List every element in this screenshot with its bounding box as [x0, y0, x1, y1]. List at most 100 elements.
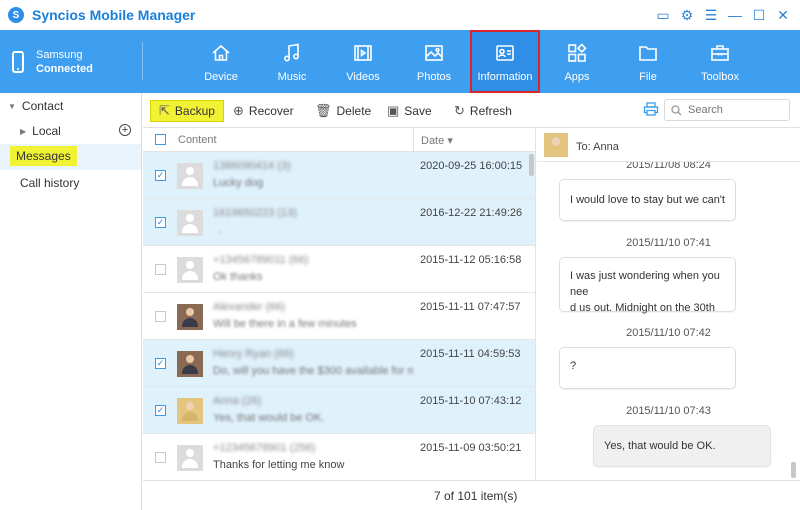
- chat-icon[interactable]: ▭: [654, 5, 672, 25]
- message-bubble-incoming[interactable]: I would love to stay but we can't: [559, 179, 736, 221]
- message-text: I was just wondering when you nee: [570, 270, 720, 298]
- item-count: 7 of 101 item(s): [434, 489, 518, 503]
- backup-label: Backup: [174, 104, 215, 118]
- device-status-panel[interactable]: Samsung Connected: [0, 30, 142, 93]
- row-checkbox[interactable]: ✓: [155, 170, 166, 181]
- nav-information-label: Information: [477, 71, 533, 83]
- expand-triangle-icon[interactable]: ▶: [20, 127, 26, 136]
- message-bubble-incoming[interactable]: I was just wondering when you nee d us o…: [559, 257, 736, 314]
- message-timestamp: 2015/11/10 07:42: [626, 327, 711, 339]
- app-logo-icon: S: [8, 7, 24, 23]
- contact-name: Henry Ryan (66): [213, 348, 294, 360]
- table-row[interactable]: ✓ Anna (26) Yes, that would be OK. 2015-11-…: [143, 387, 535, 434]
- nav-information[interactable]: Information: [470, 30, 540, 93]
- nav-photos[interactable]: Photos: [399, 30, 469, 93]
- save-button[interactable]: ▣ Save: [387, 100, 432, 122]
- message-date: 2015-11-12 05:16:58: [420, 254, 522, 266]
- list-footer: 7 of 101 item(s): [143, 480, 800, 510]
- nav-apps[interactable]: Apps: [542, 30, 612, 93]
- row-checkbox[interactable]: ✓: [155, 405, 166, 416]
- trash-icon: 🗑: [315, 103, 332, 118]
- message-timestamp: 2015/11/10 07:41: [626, 237, 711, 249]
- menu-icon[interactable]: ☰: [702, 5, 720, 25]
- sidebar-item-local[interactable]: ▶ Local: [20, 124, 61, 138]
- table-row[interactable]: ✓ 1386090414 (3) Lucky dog 2020-09-25 16:00…: [143, 152, 535, 199]
- row-checkbox[interactable]: ✓: [155, 217, 166, 228]
- nav-apps-label: Apps: [564, 71, 590, 83]
- message-text: d us out. Midnight on the 30th: [570, 302, 715, 314]
- column-header-date[interactable]: Date ▾: [421, 134, 453, 147]
- toolbar: ⇱ Backup ⊕ Recover 🗑 Delete ▣ Save ↻ Ref…: [143, 93, 800, 128]
- device-name: Samsung: [36, 48, 83, 61]
- table-row[interactable]: +13456789011 (66) Ok thanks 2015-11-12 05:…: [143, 246, 535, 293]
- row-checkbox[interactable]: [155, 264, 166, 275]
- search-icon: [671, 104, 682, 115]
- table-row[interactable]: ✓ Henry Ryan (66) Do, will you have the $3…: [143, 340, 535, 387]
- select-all-checkbox[interactable]: [155, 134, 166, 145]
- row-checkbox[interactable]: [155, 311, 166, 322]
- delete-button[interactable]: 🗑 Delete: [315, 100, 371, 122]
- phone-icon: [12, 50, 24, 73]
- column-header-content[interactable]: Content: [178, 134, 217, 146]
- nav-toolbox-label: Toolbox: [701, 71, 739, 83]
- contact-avatar: [177, 257, 203, 283]
- collapse-triangle-icon[interactable]: ▼: [8, 102, 16, 111]
- message-bubble-incoming[interactable]: ?: [559, 347, 736, 389]
- search-box[interactable]: [664, 99, 790, 121]
- printer-icon[interactable]: [643, 102, 659, 116]
- contact-card-icon: [494, 42, 516, 64]
- contact-name: +12345678901 (256): [213, 442, 316, 454]
- message-date: 2015-11-09 03:50:21: [420, 442, 522, 454]
- contact-avatar: [177, 210, 203, 236]
- nav-toolbox[interactable]: Toolbox: [685, 30, 755, 93]
- message-date: 2016-12-22 21:49:26: [420, 207, 523, 219]
- list-header: Content Date ▾: [143, 128, 535, 152]
- refresh-button[interactable]: ↻ Refresh: [454, 100, 512, 122]
- conversation-scrollbar-thumb[interactable]: [791, 462, 796, 478]
- top-navigation: Samsung Connected Device Music Videos Ph…: [0, 30, 800, 93]
- contact-avatar: [177, 304, 203, 330]
- add-contact-icon[interactable]: +: [119, 124, 131, 136]
- contact-avatar: [177, 445, 203, 471]
- nav-videos[interactable]: Videos: [328, 30, 398, 93]
- column-divider: [413, 128, 414, 152]
- message-preview: Lucky dog: [213, 177, 264, 189]
- contact-avatar: [177, 351, 203, 377]
- film-icon: [352, 42, 374, 64]
- maximize-icon[interactable]: ☐: [750, 5, 768, 25]
- apps-grid-icon: [566, 42, 588, 64]
- message-preview: Do, will you have the $300 available for…: [213, 365, 413, 377]
- nav-music[interactable]: Music: [257, 30, 327, 93]
- toolbox-icon: [709, 42, 731, 64]
- list-scrollbar-thumb[interactable]: [529, 154, 534, 176]
- table-row[interactable]: +12345678901 (256) Thanks for letting me …: [143, 434, 535, 480]
- nav-file[interactable]: File: [613, 30, 683, 93]
- backup-button[interactable]: ⇱ Backup: [150, 100, 224, 122]
- message-date: 2015-11-11 04:59:53: [420, 348, 521, 360]
- sidebar-item-call-history[interactable]: Call history: [20, 176, 79, 190]
- message-rows: ✓ 1386090414 (3) Lucky dog 2020-09-25 16:00…: [143, 152, 535, 480]
- sidebar-item-messages[interactable]: Messages: [0, 144, 141, 170]
- sidebar-item-contact[interactable]: ▼ Contact: [8, 99, 63, 113]
- nav-divider: [142, 42, 143, 80]
- contact-name: +13456789011 (66): [213, 254, 309, 266]
- message-preview: Will be there in a few minutes: [213, 318, 357, 330]
- recover-button[interactable]: ⊕ Recover: [233, 100, 294, 122]
- table-row[interactable]: ✓ 1619650223 (13) . 2016-12-22 21:49:26: [143, 199, 535, 246]
- search-input[interactable]: [688, 104, 778, 116]
- row-checkbox[interactable]: [155, 452, 166, 463]
- conversation-header: To: Anna: [537, 128, 800, 162]
- table-row[interactable]: Alexander (66) Will be there in a few min…: [143, 293, 535, 340]
- contact-avatar: [544, 133, 568, 157]
- close-icon[interactable]: ✕: [774, 5, 792, 25]
- minimize-icon[interactable]: —: [726, 5, 744, 25]
- message-text: Yes, that would be OK.: [604, 440, 716, 452]
- contact-name: Alexander (66): [213, 301, 286, 313]
- message-bubble-outgoing[interactable]: Yes, that would be OK.: [593, 425, 771, 467]
- message-date: 2015-11-10 07:43:12: [420, 395, 522, 407]
- nav-device[interactable]: Device: [186, 30, 256, 93]
- settings-icon[interactable]: ⚙: [678, 5, 696, 25]
- message-text: ?: [570, 360, 577, 372]
- row-checkbox[interactable]: ✓: [155, 358, 166, 369]
- message-text: I would love to stay but we can't: [570, 194, 725, 206]
